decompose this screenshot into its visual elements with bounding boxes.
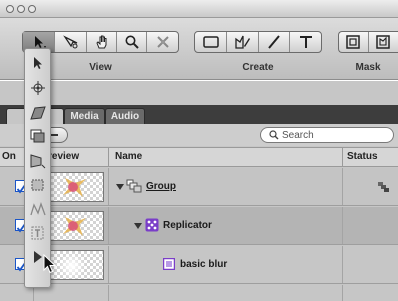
group-layers-icon [126, 179, 142, 193]
toolbar-group-label-create: Create [242, 62, 274, 73]
distort-icon[interactable] [30, 105, 46, 121]
rectangle-mask-icon[interactable] [339, 32, 369, 52]
crop-icon[interactable] [30, 177, 46, 193]
tab-strip: L Media Audio [0, 105, 398, 124]
bezier-mask-icon[interactable] [369, 32, 398, 52]
column-header-on[interactable]: On [2, 151, 16, 162]
layer-name: basic blur [180, 259, 228, 270]
disclosure-triangle-icon[interactable] [116, 184, 124, 190]
close-button[interactable] [6, 5, 14, 13]
edit-points-icon[interactable] [30, 201, 46, 217]
mouse-cursor-icon [43, 254, 57, 274]
create-tools-segment [194, 31, 322, 53]
search-field[interactable]: Search [260, 127, 394, 143]
column-header-row: On review Name Status [0, 147, 398, 167]
bezier-icon[interactable] [227, 32, 259, 52]
mask-tools-segment [338, 31, 398, 53]
replicator-icon [145, 218, 159, 232]
tab-media[interactable]: Media [64, 108, 105, 124]
window-title-bar [0, 0, 398, 18]
column-header-name[interactable]: Name [115, 151, 142, 162]
hand-icon[interactable] [87, 32, 117, 52]
search-icon [269, 130, 279, 140]
four-corner-icon[interactable] [30, 153, 46, 169]
adjust-item-icon[interactable] [30, 225, 46, 241]
drop-shadow-icon[interactable] [30, 129, 46, 145]
layer-row-group[interactable]: Group [0, 168, 398, 206]
layer-row-replicator[interactable]: Replicator [0, 207, 398, 245]
disclosure-triangle-icon[interactable] [134, 223, 142, 229]
minimize-button[interactable] [17, 5, 25, 13]
panel-controls: Search [0, 124, 398, 146]
zoom-icon[interactable] [117, 32, 147, 52]
scatter-icon[interactable] [147, 32, 178, 52]
layer-name: Replicator [163, 220, 212, 231]
text-icon[interactable] [290, 32, 321, 52]
layer-name: Group [146, 181, 176, 192]
tab-audio[interactable]: Audio [105, 108, 145, 124]
anchor-point-icon[interactable] [30, 80, 46, 96]
toolbar-group-label-mask: Mask [355, 62, 381, 73]
toolbar: View Create Mask [0, 18, 398, 80]
zoom-button[interactable] [28, 5, 36, 13]
column-header-status[interactable]: Status [347, 151, 378, 162]
layers-status-icon [378, 182, 389, 192]
select-transform-icon[interactable] [30, 55, 46, 71]
layers-panel: L Media Audio Search On review Name Stat… [0, 81, 398, 301]
layer-row-partial [0, 285, 398, 301]
paint-stroke-icon[interactable] [259, 32, 290, 52]
layer-row-basic-blur[interactable]: basic blur [0, 246, 398, 284]
emitter-icon [163, 258, 175, 270]
column-header-preview[interactable]: review [48, 151, 79, 162]
select-tool-popup [24, 48, 51, 288]
rectangle-icon[interactable] [195, 32, 227, 52]
search-placeholder: Search [282, 129, 314, 141]
transform-icon[interactable] [55, 32, 87, 52]
